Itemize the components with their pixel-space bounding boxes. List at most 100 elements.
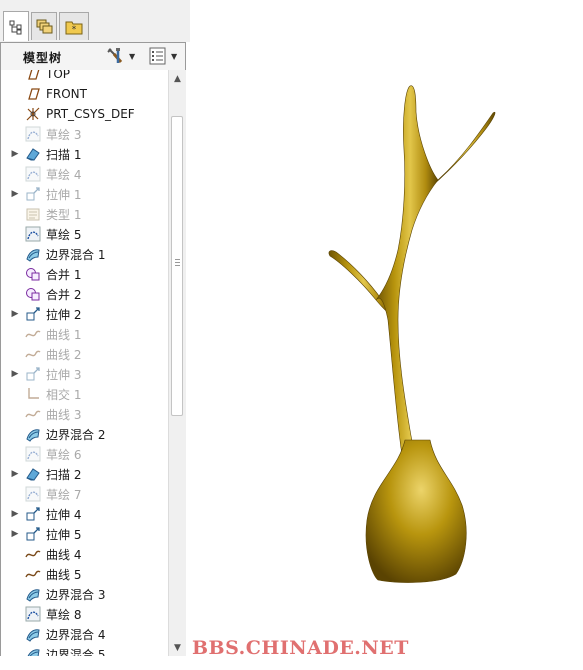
tree-item-label: 拉伸 5 <box>46 527 82 542</box>
tree-item[interactable]: 曲线 2 <box>1 344 168 364</box>
tree-item[interactable]: ▶ 拉伸 5 <box>1 524 168 544</box>
tree-item-label: 边界混合 4 <box>46 627 106 642</box>
tree-item[interactable]: 草绘 5 <box>1 224 168 244</box>
sketch-icon <box>25 446 41 462</box>
model-tree-panel: 模型树 ▼ ▼ TOP FRONT PRT_CSYS_DEF 草绘 3 ▶ 扫描 1 草绘 … <box>0 42 186 656</box>
tree-item-label: 边界混合 1 <box>46 247 106 262</box>
tree-item[interactable]: ▶ 拉伸 3 <box>1 364 168 384</box>
expand-arrow-icon[interactable]: ▶ <box>10 149 20 159</box>
intersect-icon <box>28 388 39 399</box>
navigator-tab-strip: * <box>0 0 190 42</box>
tab-layers[interactable] <box>31 12 57 40</box>
expand-arrow-icon[interactable]: ▶ <box>10 469 20 479</box>
graphics-viewport[interactable]: BBS.CHINADE.NET <box>190 0 583 667</box>
tree-item-label: 拉伸 2 <box>46 307 82 322</box>
tree-item-label: 曲线 4 <box>46 547 82 562</box>
tree-item[interactable]: 合并 2 <box>1 284 168 304</box>
tree-item-label: 合并 1 <box>46 267 82 282</box>
expand-arrow-icon[interactable]: ▶ <box>10 369 20 379</box>
tree-item-label: 边界混合 5 <box>46 647 106 657</box>
curve-icon <box>25 550 41 558</box>
tree-item-label: TOP <box>46 70 71 81</box>
model-tree-icon <box>9 20 22 34</box>
antler-model-render <box>328 85 496 583</box>
csys-icon <box>26 107 40 121</box>
tree-item[interactable]: 类型 1 <box>1 204 168 224</box>
tree-item-label: 草绘 6 <box>46 447 82 462</box>
tree-item-label: PRT_CSYS_DEF <box>46 107 135 121</box>
tree-item-label: 相交 1 <box>46 387 82 402</box>
extrude-icon <box>26 307 40 321</box>
tree-item[interactable]: ▶ 扫描 1 <box>1 144 168 164</box>
tree-item[interactable]: 草绘 8 <box>1 604 168 624</box>
tree-item[interactable]: 边界混合 3 <box>1 584 168 604</box>
tree-item[interactable]: 边界混合 4 <box>1 624 168 644</box>
tree-item[interactable]: 曲线 5 <box>1 564 168 584</box>
tree-show-button[interactable]: ▼ <box>149 46 177 66</box>
tree-item[interactable]: 边界混合 5 <box>1 644 168 656</box>
tree-item[interactable]: 边界混合 2 <box>1 424 168 444</box>
boundary-blend-icon <box>27 649 40 656</box>
layers-icon <box>36 19 53 33</box>
tree-item[interactable]: FRONT <box>1 84 168 104</box>
extrude-icon <box>26 507 40 521</box>
tree-item[interactable]: 草绘 4 <box>1 164 168 184</box>
tools-icon <box>107 48 123 63</box>
tree-settings-button[interactable]: ▼ <box>105 46 135 66</box>
tree-item-label: 曲线 2 <box>46 347 82 362</box>
expand-arrow-icon[interactable]: ▶ <box>10 309 20 319</box>
tree-item[interactable]: 曲线 1 <box>1 324 168 344</box>
sketch-icon <box>25 606 41 622</box>
tab-model-tree[interactable] <box>3 11 29 41</box>
expand-arrow-icon[interactable]: ▶ <box>10 189 20 199</box>
sketch-icon <box>25 226 41 242</box>
expand-arrow-icon[interactable]: ▶ <box>10 509 20 519</box>
merge-icon <box>26 288 40 301</box>
tree-item[interactable]: TOP <box>1 70 168 84</box>
sweep-icon <box>26 468 40 481</box>
sketch-icon <box>25 126 41 142</box>
sketch-icon <box>25 166 41 182</box>
tree-item-label: 草绘 7 <box>46 487 82 502</box>
expand-arrow-icon[interactable]: ▶ <box>10 529 20 539</box>
tree-item-label: 边界混合 3 <box>46 587 106 602</box>
merge-icon <box>26 268 40 281</box>
tree-item[interactable]: 草绘 3 <box>1 124 168 144</box>
tree-item[interactable]: 草绘 6 <box>1 444 168 464</box>
sweep-icon <box>26 148 40 161</box>
tree-item[interactable]: ▶ 拉伸 1 <box>1 184 168 204</box>
scroll-down-arrow-icon[interactable]: ▼ <box>169 639 186 656</box>
tree-item[interactable]: 曲线 3 <box>1 404 168 424</box>
extrude-icon <box>26 187 40 201</box>
tree-item-label: 草绘 3 <box>46 127 82 142</box>
datum-plane-icon <box>28 70 40 80</box>
tree-item[interactable]: PRT_CSYS_DEF <box>1 104 168 124</box>
curve-icon <box>25 410 41 418</box>
tree-item[interactable]: 曲线 4 <box>1 544 168 564</box>
scroll-thumb[interactable] <box>171 116 183 416</box>
tree-item[interactable]: 边界混合 1 <box>1 244 168 264</box>
tree-item[interactable]: ▶ 拉伸 2 <box>1 304 168 324</box>
tree-item[interactable]: 草绘 7 <box>1 484 168 504</box>
tree-item[interactable]: ▶ 扫描 2 <box>1 464 168 484</box>
chevron-down-icon: ▼ <box>171 51 178 61</box>
extrude-icon <box>26 367 40 381</box>
tree-item-label: 拉伸 4 <box>46 507 82 522</box>
tree-item-label: 边界混合 2 <box>46 427 106 442</box>
scroll-up-arrow-icon[interactable]: ▲ <box>169 70 186 87</box>
sketch-icon <box>25 486 41 502</box>
tree-scrollbar[interactable]: ▲ ▼ <box>168 70 186 656</box>
chevron-down-icon: ▼ <box>129 51 136 61</box>
type-icon <box>26 208 40 221</box>
curve-icon <box>25 570 41 578</box>
tree-item[interactable]: 合并 1 <box>1 264 168 284</box>
tree-item[interactable]: 相交 1 <box>1 384 168 404</box>
watermark-text: BBS.CHINADE.NET <box>192 637 409 659</box>
tree-item-label: 曲线 5 <box>46 567 82 582</box>
tab-favorites[interactable]: * <box>59 12 89 40</box>
tree-item-label: 曲线 3 <box>46 407 82 422</box>
favorites-folder-icon: * <box>65 21 83 35</box>
svg-text:*: * <box>72 25 77 35</box>
tree-item[interactable]: ▶ 拉伸 4 <box>1 504 168 524</box>
datum-plane-icon <box>28 88 40 100</box>
